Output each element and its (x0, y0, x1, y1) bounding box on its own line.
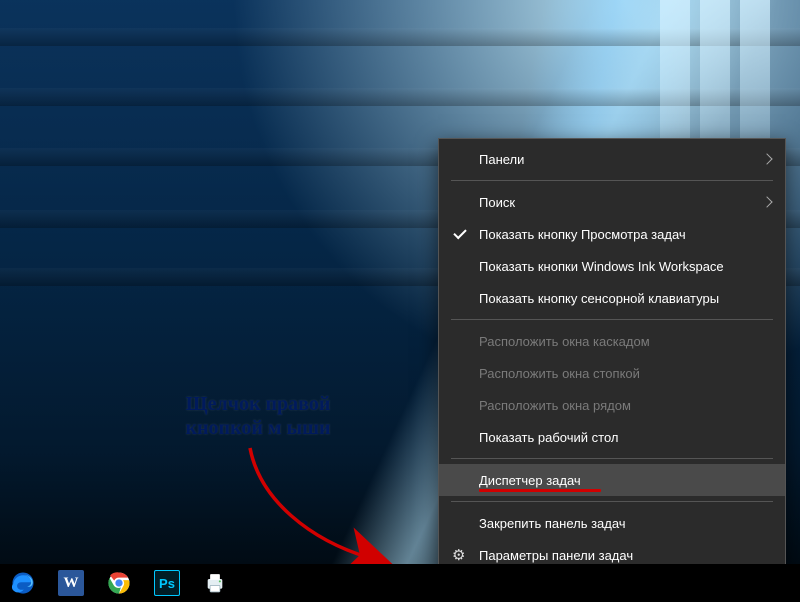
menu-task-manager[interactable]: Диспетчер задач (439, 464, 785, 496)
taskbar-chrome-icon[interactable] (102, 566, 136, 600)
menu-show-task-view-label: Показать кнопку Просмотра задач (479, 227, 686, 242)
menu-cascade-windows: Расположить окна каскадом (439, 325, 785, 357)
menu-show-touch-keyboard[interactable]: Показать кнопку сенсорной клавиатуры (439, 282, 785, 314)
menu-separator (451, 319, 773, 320)
annotation-label: Щелчок правой кнопкой м ыши (158, 392, 358, 440)
menu-separator (451, 501, 773, 502)
taskbar-word-icon[interactable]: W (54, 566, 88, 600)
menu-taskbar-settings-label: Параметры панели задач (479, 548, 633, 563)
menu-separator (451, 180, 773, 181)
menu-side-windows: Расположить окна рядом (439, 389, 785, 421)
taskbar-context-menu: Панели Поиск Показать кнопку Просмотра з… (438, 138, 786, 576)
menu-side-label: Расположить окна рядом (479, 398, 631, 413)
menu-search-label: Поиск (479, 195, 515, 210)
menu-lock-taskbar-label: Закрепить панель задач (479, 516, 626, 531)
menu-show-ink-label: Показать кнопки Windows Ink Workspace (479, 259, 724, 274)
menu-search[interactable]: Поиск (439, 186, 785, 218)
menu-panels[interactable]: Панели (439, 143, 785, 175)
menu-cascade-label: Расположить окна каскадом (479, 334, 650, 349)
menu-panels-label: Панели (479, 152, 524, 167)
menu-stack-label: Расположить окна стопкой (479, 366, 640, 381)
taskbar[interactable]: W Ps (0, 564, 800, 602)
menu-show-desktop-label: Показать рабочий стол (479, 430, 618, 445)
taskbar-printer-icon[interactable] (198, 566, 232, 600)
menu-show-desktop[interactable]: Показать рабочий стол (439, 421, 785, 453)
menu-show-ink-workspace[interactable]: Показать кнопки Windows Ink Workspace (439, 250, 785, 282)
taskbar-edge-icon[interactable] (6, 566, 40, 600)
menu-lock-taskbar[interactable]: Закрепить панель задач (439, 507, 785, 539)
menu-task-manager-label: Диспетчер задач (479, 473, 581, 488)
annotation-underline (479, 489, 601, 492)
taskbar-photoshop-icon[interactable]: Ps (150, 566, 184, 600)
menu-show-touch-kb-label: Показать кнопку сенсорной клавиатуры (479, 291, 719, 306)
annotation-line1: Щелчок правой (186, 393, 331, 415)
menu-stack-windows: Расположить окна стопкой (439, 357, 785, 389)
ps-letters: Ps (159, 576, 175, 591)
annotation-line2: кнопкой м ыши (186, 417, 331, 439)
word-letter: W (64, 575, 79, 592)
menu-separator (451, 458, 773, 459)
menu-show-task-view[interactable]: Показать кнопку Просмотра задач (439, 218, 785, 250)
